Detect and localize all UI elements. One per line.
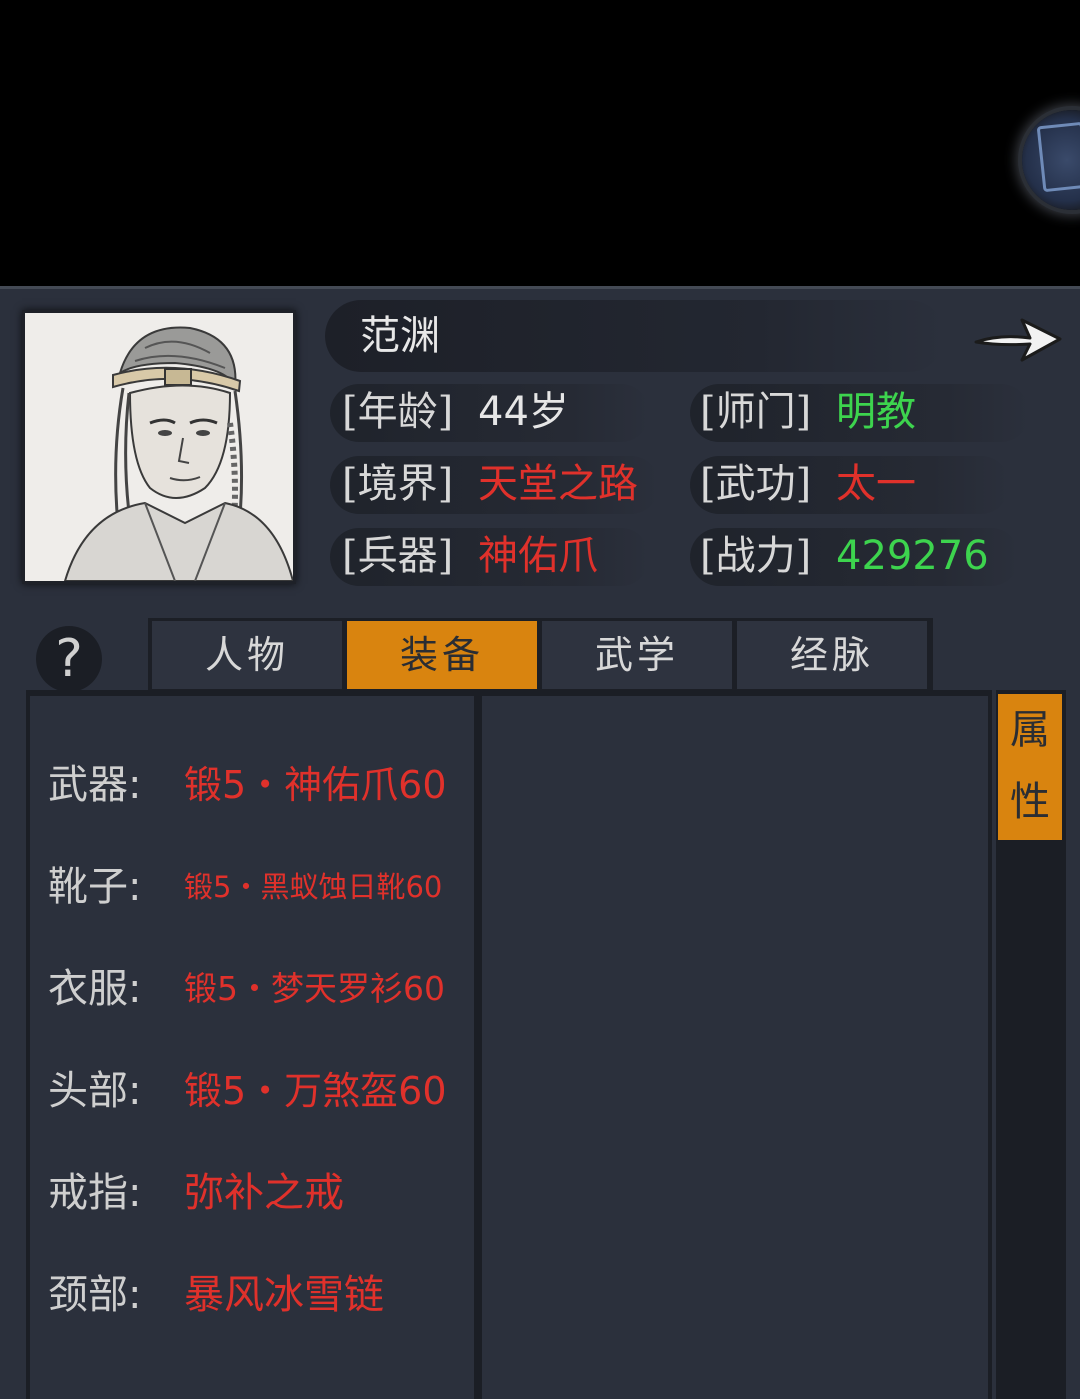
realm-label: [境界] xyxy=(342,461,454,507)
weapon-value: 神佑爪 xyxy=(478,533,598,579)
slot-label-ring: 戒指: xyxy=(48,1170,142,1216)
help-button[interactable]: ? xyxy=(36,626,102,692)
slot-label-clothes: 衣服: xyxy=(48,966,142,1012)
age-value: 44岁 xyxy=(478,389,569,435)
tab-martial-arts[interactable]: 武学 xyxy=(542,621,732,689)
sect-label: [师门] xyxy=(700,389,812,435)
sect-value: 明教 xyxy=(836,389,916,435)
arrow-right-icon[interactable] xyxy=(970,308,1066,370)
power-label: [战力] xyxy=(700,533,812,579)
game-screen: 范渊 [年龄] 44岁 [师门] 明教 [境界] 天堂之路 [武功] 太一 [兵… xyxy=(0,0,1080,1399)
tab-character[interactable]: 人物 xyxy=(152,621,342,689)
weapon-label: [兵器] xyxy=(342,533,454,579)
item-detail-area xyxy=(482,696,988,1399)
slot-label-head: 头部: xyxy=(48,1068,142,1114)
age-label: [年龄] xyxy=(342,389,454,435)
tab-meridians[interactable]: 经脉 xyxy=(737,621,927,689)
equip-head[interactable]: 锻5・万煞盔60 xyxy=(184,1063,447,1119)
slot-label-neck: 颈部: xyxy=(48,1272,142,1318)
equip-boots[interactable]: 锻5・黑蚁蚀日靴60 xyxy=(184,859,442,915)
attributes-tab-line1: 属 xyxy=(1010,707,1050,753)
power-value: 429276 xyxy=(836,533,989,579)
portrait-illustration xyxy=(25,313,295,582)
book-emblem-icon[interactable] xyxy=(1022,110,1080,210)
attributes-tab-line2: 性 xyxy=(1010,779,1050,825)
tab-equipment[interactable]: 装备 xyxy=(347,621,537,689)
attributes-tab[interactable]: 属 性 xyxy=(998,694,1062,840)
slot-label-boots: 靴子: xyxy=(48,864,142,910)
equip-neck[interactable]: 暴风冰雪链 xyxy=(184,1267,384,1323)
slot-label-weapon: 武器: xyxy=(48,762,142,808)
martial-value: 太一 xyxy=(836,461,916,507)
question-icon: ? xyxy=(55,629,83,689)
hero-name: 范渊 xyxy=(360,313,440,359)
equip-weapon[interactable]: 锻5・神佑爪60 xyxy=(184,757,447,813)
equip-ring[interactable]: 弥补之戒 xyxy=(184,1165,344,1221)
equip-clothes[interactable]: 锻5・梦天罗衫60 xyxy=(184,961,445,1017)
realm-value: 天堂之路 xyxy=(478,461,638,507)
character-portrait xyxy=(22,310,296,584)
martial-label: [武功] xyxy=(700,461,812,507)
